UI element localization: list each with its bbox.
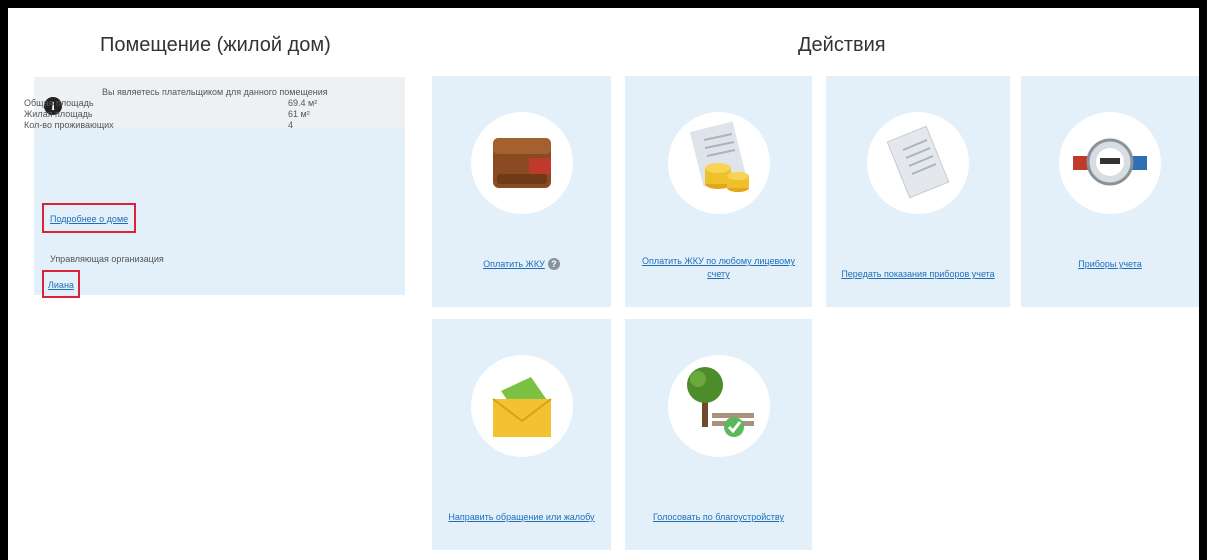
pay-any-account-link[interactable]: Оплатить ЖКУ по любому лицевому счету [642, 256, 795, 279]
payer-notice-text: Вы являетесь плательщиком для данного по… [102, 87, 328, 97]
tile-submit-readings[interactable]: Передать показания приборов учета [826, 76, 1010, 307]
house-details-link[interactable]: Подробнее о доме [50, 214, 128, 224]
stat-label: Жилая площадь [24, 109, 93, 119]
pay-housing-link[interactable]: Оплатить ЖКУ [483, 259, 545, 269]
stat-value: 61 м² [288, 109, 310, 119]
page: Помещение (жилой дом) Действия i Вы явля… [8, 8, 1199, 560]
management-org-link[interactable]: Лиана [48, 280, 74, 290]
help-icon[interactable]: ? [547, 258, 560, 271]
vote-improvement-link[interactable]: Голосовать по благоустройству [653, 512, 784, 522]
actions-title: Действия [798, 34, 886, 56]
receipt-icon [867, 112, 969, 214]
coins-receipt-icon [667, 112, 770, 214]
stat-label: Общая площадь [24, 98, 94, 108]
management-org-label: Управляющая организация [50, 254, 164, 264]
stat-value: 69.4 м² [288, 98, 318, 108]
tile-meters[interactable]: Приборы учета [1021, 76, 1199, 307]
wallet-icon [470, 112, 573, 214]
premises-title: Помещение (жилой дом) [100, 34, 331, 56]
tile-label: Голосовать по благоустройству [631, 511, 806, 524]
stat-label: Кол-во проживающих [24, 120, 114, 130]
tile-pay-housing[interactable]: Оплатить ЖКУ? [432, 76, 611, 307]
tile-send-appeal[interactable]: Направить обращение или жалобу [432, 319, 611, 550]
stat-value: 4 [288, 120, 294, 130]
tile-label: Направить обращение или жалобу [438, 511, 605, 524]
envelope-icon [470, 355, 573, 457]
tile-label: Передать показания приборов учета [832, 268, 1004, 281]
stat-row-residents: Кол-во проживающих 4 [24, 120, 354, 131]
tile-label: Приборы учета [1027, 258, 1193, 271]
water-meter-icon [1059, 112, 1161, 214]
meters-link[interactable]: Приборы учета [1078, 259, 1142, 269]
tile-label: Оплатить ЖКУ по любому лицевому счету [631, 255, 806, 281]
house-details-link-highlight: Подробнее о доме [42, 203, 137, 233]
stat-row-living-area: Жилая площадь 61 м² [24, 109, 354, 120]
submit-readings-link[interactable]: Передать показания приборов учета [841, 269, 994, 279]
tile-pay-any-account[interactable]: Оплатить ЖКУ по любому лицевому счету [625, 76, 812, 307]
premises-stats: Общая площадь 69.4 м² Жилая площадь 61 м… [24, 98, 354, 131]
tile-label: Оплатить ЖКУ? [438, 258, 605, 271]
send-appeal-link[interactable]: Направить обращение или жалобу [448, 512, 594, 522]
management-org-link-highlight: Лиана [42, 270, 80, 298]
stat-row-total-area: Общая площадь 69.4 м² [24, 98, 354, 109]
tile-vote-improvement[interactable]: Голосовать по благоустройству [625, 319, 812, 550]
tree-bench-icon [667, 355, 770, 457]
